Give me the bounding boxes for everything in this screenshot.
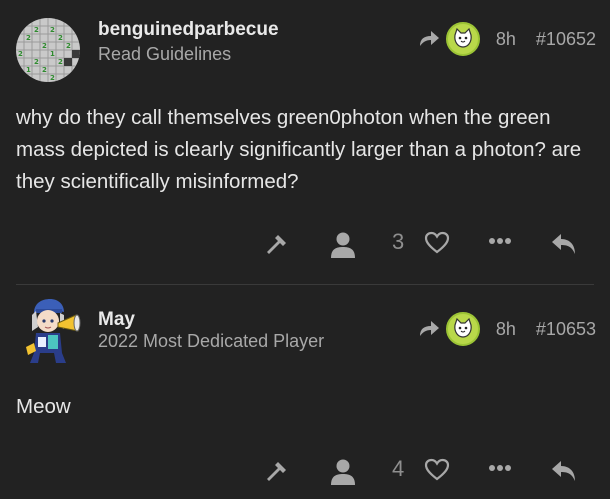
user-icon <box>331 232 355 258</box>
like-count-value: 4 <box>392 456 405 481</box>
svg-text:2: 2 <box>34 58 39 66</box>
user-title: Read Guidelines <box>98 44 232 64</box>
like-button[interactable] <box>424 458 450 482</box>
svg-text:2: 2 <box>50 74 55 82</box>
post: 2 2 2 2 2 2 2 1 2 2 1 2 2 benguinedparbe… <box>0 0 610 285</box>
svg-text:2: 2 <box>50 26 55 34</box>
username[interactable]: May <box>98 309 135 331</box>
user-card-button[interactable] <box>330 458 356 486</box>
flag-button[interactable] <box>264 231 292 259</box>
reply-icon <box>552 461 575 481</box>
post: May 2022 Most Dedicated Player 8h #10653… <box>0 285 610 499</box>
svg-text:2: 2 <box>34 26 39 34</box>
ellipsis-icon <box>489 238 511 244</box>
like-count[interactable]: 4 <box>392 456 404 482</box>
svg-text:2: 2 <box>66 42 71 50</box>
svg-text:1: 1 <box>50 50 55 58</box>
svg-text:2: 2 <box>18 50 23 58</box>
post-actions: 3 <box>0 225 610 265</box>
svg-text:2: 2 <box>42 42 47 50</box>
reply-icon <box>552 234 575 254</box>
reply-to-arrow-icon[interactable] <box>418 320 440 338</box>
more-button[interactable] <box>488 464 512 472</box>
post-time[interactable]: 8h <box>496 29 516 50</box>
reply-to-avatar[interactable] <box>445 22 480 56</box>
minesweeper-grid-icon: 2 2 2 2 2 2 2 1 2 2 1 2 2 <box>16 18 80 82</box>
heart-icon <box>424 458 450 481</box>
like-button[interactable] <box>424 231 450 255</box>
like-count[interactable]: 3 <box>392 229 404 255</box>
user-card-button[interactable] <box>330 231 356 259</box>
user-icon <box>331 459 355 485</box>
post-number[interactable]: #10653 <box>536 319 596 340</box>
reply-to-arrow-icon[interactable] <box>418 30 440 48</box>
post-time[interactable]: 8h <box>496 319 516 340</box>
svg-text:2: 2 <box>42 66 47 74</box>
post-actions: 4 <box>0 452 610 492</box>
user-avatar[interactable] <box>20 297 82 363</box>
user-title: 2022 Most Dedicated Player <box>98 331 325 351</box>
green-cat-icon <box>454 27 472 48</box>
username[interactable]: benguinedparbecue <box>98 19 279 41</box>
more-button[interactable] <box>488 237 512 245</box>
post-meta: 8h #10652 <box>418 20 596 58</box>
hammer-icon <box>267 462 286 481</box>
user-avatar[interactable]: 2 2 2 2 2 2 2 1 2 2 1 2 2 <box>16 18 80 82</box>
svg-text:1: 1 <box>26 66 31 74</box>
heart-icon <box>424 231 450 254</box>
reply-button[interactable] <box>550 231 578 257</box>
svg-text:2: 2 <box>58 34 63 42</box>
reply-to-avatar[interactable] <box>445 312 480 346</box>
flag-button[interactable] <box>264 458 292 486</box>
like-count-value: 3 <box>392 229 405 254</box>
svg-text:2: 2 <box>26 34 31 42</box>
post-number[interactable]: #10652 <box>536 29 596 50</box>
post-body: Meow <box>16 395 71 418</box>
anime-girl-megaphone-icon <box>26 299 81 363</box>
post-meta: 8h #10653 <box>418 310 596 348</box>
svg-text:2: 2 <box>58 58 63 66</box>
ellipsis-icon <box>489 465 511 471</box>
green-cat-icon <box>454 317 472 338</box>
post-body: why do they call themselves green0photon… <box>16 106 582 193</box>
reply-button[interactable] <box>550 458 578 484</box>
hammer-icon <box>267 235 286 254</box>
